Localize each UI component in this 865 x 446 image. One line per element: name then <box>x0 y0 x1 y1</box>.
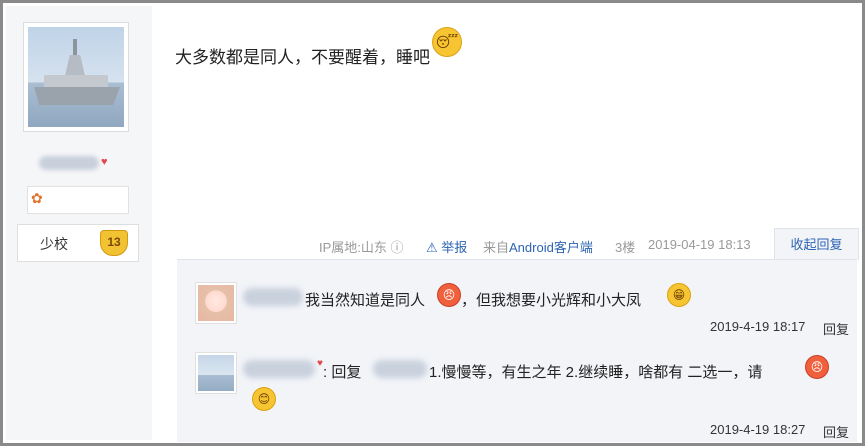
reply-target-blurred[interactable] <box>373 360 427 378</box>
author-name-blurred[interactable] <box>39 156 99 170</box>
floor-number: 3楼 <box>615 240 636 255</box>
post-frame: ♥ ✿ 少校 13 大多数都是同人，不要醒着，睡吧 😴 IP属地:山东 ⓘ ⚠ … <box>0 0 865 446</box>
post-text: 大多数都是同人，不要醒着，睡吧 <box>175 48 430 67</box>
medal-icon: ✿ <box>31 190 43 206</box>
post-content: 大多数都是同人，不要醒着，睡吧 <box>175 43 430 68</box>
report-link[interactable]: ⚠ 举报 <box>426 237 467 256</box>
reply-text: 1.慢慢等，有生之年 2.继续睡，啥都有 二选一，请 <box>429 364 763 381</box>
medal-bar: ✿ <box>27 186 129 214</box>
reply-text: 我当然知道是同人 <box>305 292 426 309</box>
level-badge: 13 <box>100 230 128 256</box>
author-sidebar: ♥ ✿ 少校 13 <box>6 6 152 440</box>
angry-face-icon: 😠 <box>437 283 461 307</box>
question-circle-icon: ⓘ <box>390 240 404 255</box>
reply-button[interactable]: 回复 <box>823 319 849 338</box>
ip-location: IP属地:山东 ⓘ <box>319 240 404 255</box>
reply-text-continued: ，但我想要小光辉和小大凤 <box>461 292 642 309</box>
angry-face-icon: 😠 <box>805 355 829 379</box>
grin-face-icon: 😁 <box>667 283 691 307</box>
reply-user-blurred[interactable] <box>243 288 303 306</box>
reply-avatar[interactable] <box>195 352 237 394</box>
reply-time: 2019-4-19 18:17 <box>710 319 806 334</box>
rank-box[interactable]: 少校 13 <box>17 224 139 262</box>
client-info: 来自Android客户端 <box>483 240 593 255</box>
warning-triangle-icon: ⚠ <box>426 240 438 255</box>
sleeping-face-icon: 😴 <box>432 27 462 57</box>
post-timestamp: 2019-04-19 18:13 <box>648 237 751 252</box>
android-client-link[interactable]: Android客户端 <box>509 240 593 255</box>
reply-prefix: : 回复 <box>323 364 362 381</box>
author-avatar[interactable] <box>23 22 129 132</box>
reply-time: 2019-4-19 18:27 <box>710 422 806 437</box>
reply-list: 我当然知道是同人 😠 ，但我想要小光辉和小大凤 😁 2019-4-19 18:1… <box>177 259 857 442</box>
reply-button[interactable]: 回复 <box>823 422 849 441</box>
avatar-image <box>28 27 124 127</box>
smile-face-icon: 😊 <box>252 387 276 411</box>
heart-icon: ♥ <box>101 156 108 168</box>
reply-user-blurred[interactable] <box>243 360 315 378</box>
reply-avatar[interactable] <box>195 282 237 324</box>
rank-label: 少校 <box>40 236 68 252</box>
collapse-replies-button[interactable]: 收起回复 <box>774 228 859 260</box>
